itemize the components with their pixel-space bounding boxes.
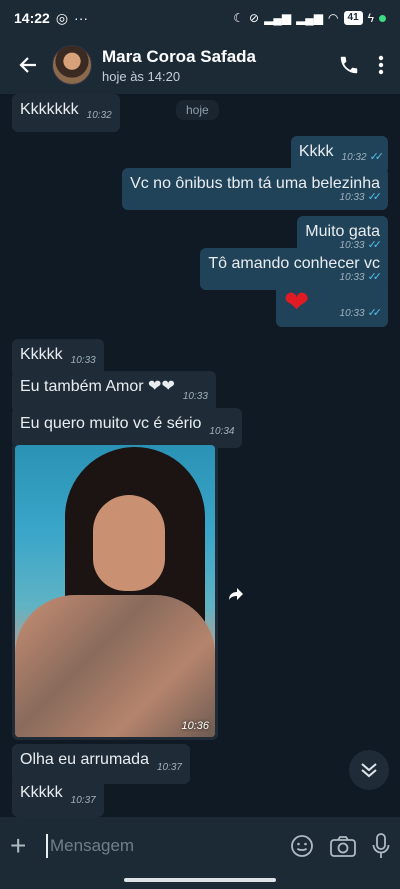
- scroll-to-bottom-button[interactable]: [349, 750, 389, 790]
- emoji-icon[interactable]: [290, 834, 314, 858]
- message-time: 10:33: [182, 391, 208, 402]
- privacy-dot-icon: [379, 14, 386, 22]
- message-text: Kkkkk: [20, 784, 63, 801]
- chat-header: Mara Coroa Safada hoje às 14:20: [0, 36, 400, 94]
- message-bubble[interactable]: ❤ 10:33 ✓✓: [276, 281, 388, 327]
- message-bubble[interactable]: Vc no ônibus tbm tá uma belezinha 10:33 ✓…: [122, 168, 388, 210]
- message-time: 10:32: [86, 110, 112, 121]
- date-chip: hoje: [176, 100, 219, 120]
- message-time: 10:32: [341, 152, 367, 163]
- message-time: 10:36: [181, 720, 209, 732]
- message-text: Kkkkk: [20, 346, 63, 363]
- more-vert-icon[interactable]: [378, 55, 384, 75]
- signal-icon: ▂▄▆: [264, 11, 292, 25]
- message-composer: +: [0, 817, 400, 875]
- plus-icon[interactable]: +: [10, 830, 36, 862]
- message-time: 10:33: [70, 355, 96, 366]
- chevron-double-down-icon: [361, 763, 377, 778]
- read-ticks-icon: ✓✓: [367, 191, 383, 203]
- message-time: 10:33: [339, 308, 365, 319]
- wifi-icon: ◠: [328, 11, 339, 25]
- message-text: Kkkk: [298, 143, 334, 160]
- charging-icon: ϟ: [367, 11, 374, 25]
- read-ticks-icon: ✓✓: [369, 151, 385, 163]
- heart-emoji: ❤: [284, 286, 310, 319]
- message-bubble[interactable]: Kkkkk 10:37: [12, 777, 104, 817]
- back-arrow-icon[interactable]: [10, 47, 46, 83]
- status-bar: 14:22 ◎ ··· ☾ ⊘ ▂▄▆ ▂▄▆ ◠ 41 ϟ: [0, 0, 400, 36]
- whatsapp-notification-icon: ◎: [55, 9, 69, 26]
- dnd-moon-icon: ☾: [233, 11, 245, 25]
- mic-icon[interactable]: [372, 833, 390, 859]
- message-text: Eu quero muito vc é sério: [20, 415, 202, 432]
- message-time: 10:34: [209, 426, 235, 437]
- message-time: 10:37: [156, 762, 182, 773]
- message-bubble[interactable]: Kkkkkkk 10:32: [12, 94, 120, 132]
- status-time: 14:22: [14, 10, 50, 26]
- message-time: 10:37: [70, 795, 96, 806]
- read-ticks-icon: ✓✓: [367, 307, 383, 319]
- phone-icon[interactable]: [338, 54, 360, 76]
- message-time: 10:33: [339, 192, 365, 203]
- more-notifications-icon: ···: [74, 10, 89, 26]
- battery-icon: 41: [343, 11, 363, 25]
- mute-icon: ⊘: [249, 11, 260, 25]
- message-text: Kkkkkkk: [20, 101, 79, 118]
- message-text: Eu também Amor ❤❤: [20, 378, 175, 395]
- image-message[interactable]: 10:36: [12, 442, 218, 740]
- forward-icon[interactable]: [226, 584, 246, 604]
- home-gesture-pill[interactable]: [124, 878, 276, 882]
- camera-icon[interactable]: [330, 835, 356, 857]
- message-text: Olha eu arrumada: [20, 751, 149, 768]
- photo-shirt: [15, 595, 215, 737]
- avatar[interactable]: [52, 45, 92, 85]
- photo-image[interactable]: 10:36: [15, 445, 215, 737]
- photo-face: [93, 495, 165, 591]
- last-seen: hoje às 14:20: [102, 68, 181, 84]
- message-bubble[interactable]: Eu também Amor ❤❤ 10:33: [12, 371, 216, 413]
- contact-info[interactable]: Mara Coroa Safada hoje às 14:20: [102, 47, 256, 84]
- signal-icon-2: ▂▄▆: [296, 11, 324, 25]
- system-nav-bar: [0, 875, 400, 889]
- message-list[interactable]: Kkkkkkk 10:32 hoje Kkkk 10:32 ✓✓ Vc no ônib…: [0, 94, 400, 817]
- contact-name: Mara Coroa Safada: [102, 46, 256, 66]
- message-input[interactable]: [46, 834, 282, 858]
